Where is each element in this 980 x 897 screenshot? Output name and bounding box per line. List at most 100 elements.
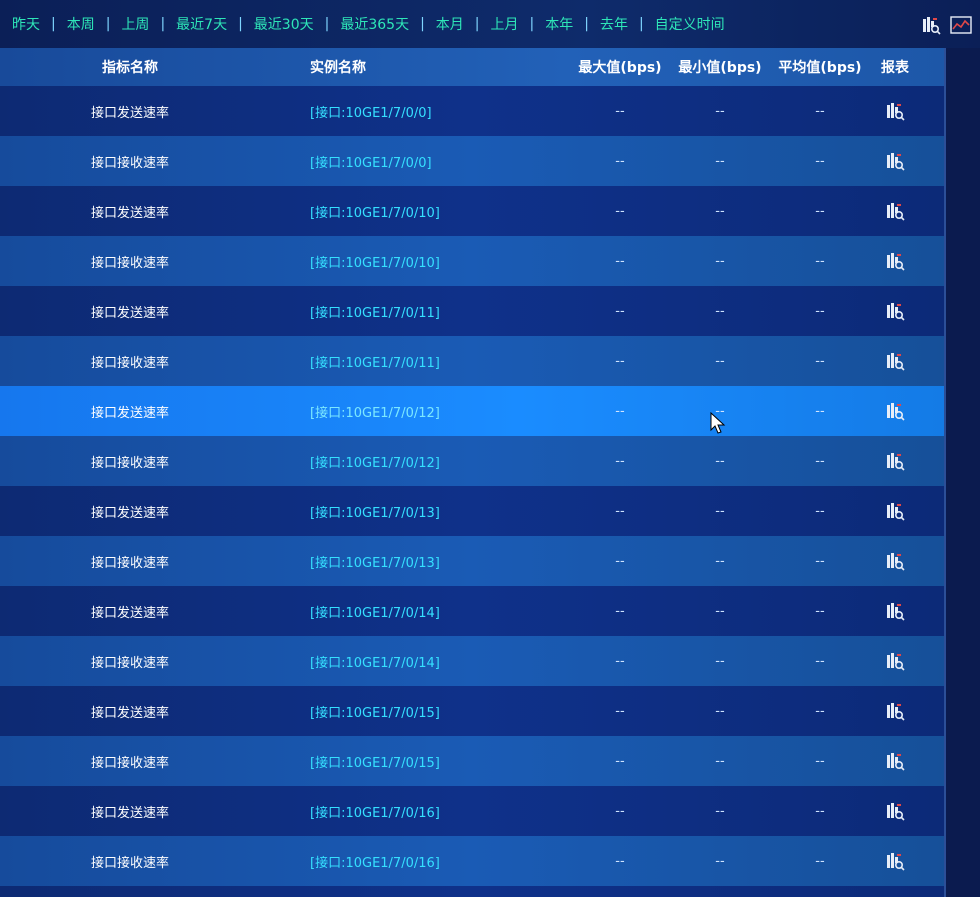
report-icon[interactable] <box>870 801 920 821</box>
table-row[interactable]: 接口发送速率 [接口:10GE1/7/0/10] -- -- -- <box>0 186 944 236</box>
header-avg[interactable]: 平均值(bps) <box>770 57 870 77</box>
time-range-link-7[interactable]: 上月 <box>491 14 519 34</box>
page: 昨天 | 本周 | 上周 | 最近7天 | 最近30天 | 最近365天 | 本月 | 上月 | 本年 | 去年 | 自… <box>0 0 980 897</box>
instance-cell[interactable]: [接口:10GE1/7/0/12] <box>310 402 570 421</box>
max-value-cell: -- <box>615 203 625 219</box>
table-row[interactable]: 接口接收速率 [接口:10GE1/7/0/12] -- -- -- <box>0 436 944 486</box>
min-value-cell: -- <box>715 203 725 219</box>
max-value-cell: -- <box>615 253 625 269</box>
table-row[interactable]: 接口接收速率 [接口:10GE1/7/0/10] -- -- -- <box>0 236 944 286</box>
instance-cell[interactable]: [接口:10GE1/7/0/16] <box>310 852 570 871</box>
avg-value-cell: -- <box>815 753 825 769</box>
avg-value-cell: -- <box>815 353 825 369</box>
instance-cell[interactable]: [接口:10GE1/7/0/14] <box>310 602 570 621</box>
min-value-cell: -- <box>715 803 725 819</box>
header-max[interactable]: 最大值(bps) <box>570 57 670 77</box>
instance-cell[interactable]: [接口:10GE1/7/0/13] <box>310 552 570 571</box>
min-value-cell: -- <box>715 453 725 469</box>
avg-value-cell: -- <box>815 853 825 869</box>
report-icon[interactable] <box>870 851 920 871</box>
table-row[interactable]: 接口接收速率 [接口:10GE1/7/0/0] -- -- -- <box>0 136 944 186</box>
instance-cell[interactable]: [接口:10GE1/7/0/16] <box>310 802 570 821</box>
toolbar-separator: | <box>638 16 644 32</box>
table-row[interactable]: 接口发送速率 [接口:10GE1/7/0/11] -- -- -- <box>0 286 944 336</box>
instance-cell[interactable]: [接口:10GE1/7/0/11] <box>310 352 570 371</box>
table-row[interactable]: 接口接收速率 [接口:10GE1/7/0/16] -- -- -- <box>0 836 944 886</box>
max-value-cell: -- <box>615 653 625 669</box>
header-min[interactable]: 最小值(bps) <box>670 57 770 77</box>
report-icon[interactable] <box>870 501 920 521</box>
report-icon[interactable] <box>870 101 920 121</box>
time-range-link-2[interactable]: 上周 <box>121 14 149 34</box>
instance-cell[interactable]: [接口:10GE1/7/0/0] <box>310 102 570 121</box>
min-value-cell: -- <box>715 103 725 119</box>
report-icon[interactable] <box>870 701 920 721</box>
report-icon[interactable] <box>870 351 920 371</box>
table-row[interactable]: 接口接收速率 [接口:10GE1/7/0/14] -- -- -- <box>0 636 944 686</box>
avg-value-cell: -- <box>815 403 825 419</box>
time-range-link-5[interactable]: 最近365天 <box>340 14 409 34</box>
instance-cell[interactable]: [接口:10GE1/7/0/15] <box>310 752 570 771</box>
table-body: 接口发送速率 [接口:10GE1/7/0/0] -- -- -- 接口接收速率 [接口:10… <box>0 86 944 897</box>
instance-cell[interactable]: [接口:10GE1/7/0/10] <box>310 252 570 271</box>
line-chart-icon[interactable] <box>950 14 972 36</box>
instance-cell[interactable]: [接口:10GE1/7/0/10] <box>310 202 570 221</box>
table-row[interactable]: 接口接收速率 [接口:10GE1/7/0/11] -- -- -- <box>0 336 944 386</box>
report-icon[interactable] <box>870 551 920 571</box>
report-icon[interactable] <box>870 251 920 271</box>
instance-cell[interactable]: [接口:10GE1/7/0/15] <box>310 702 570 721</box>
report-icon[interactable] <box>920 14 942 36</box>
min-value-cell: -- <box>715 553 725 569</box>
time-range-link-0[interactable]: 昨天 <box>12 14 40 34</box>
report-icon[interactable] <box>870 401 920 421</box>
header-metric-name[interactable]: 指标名称 <box>40 57 220 77</box>
time-range-link-10[interactable]: 自定义时间 <box>655 14 725 34</box>
time-range-link-3[interactable]: 最近7天 <box>176 14 227 34</box>
avg-value-cell: -- <box>815 553 825 569</box>
avg-value-cell: -- <box>815 653 825 669</box>
metric-cell: 接口接收速率 <box>90 355 169 371</box>
table-row[interactable]: 接口发送速率[接口:10GE1/7/0/17]------ <box>0 886 944 897</box>
header-report: 报表 <box>881 60 909 76</box>
table-row[interactable]: 接口发送速率 [接口:10GE1/7/0/13] -- -- -- <box>0 486 944 536</box>
report-icon[interactable] <box>870 151 920 171</box>
time-range-link-6[interactable]: 本月 <box>436 14 464 34</box>
report-icon[interactable] <box>870 201 920 221</box>
min-value-cell: -- <box>715 153 725 169</box>
instance-cell[interactable]: [接口:10GE1/7/0/14] <box>310 652 570 671</box>
instance-cell[interactable]: [接口:10GE1/7/0/13] <box>310 502 570 521</box>
instance-cell[interactable]: [接口:10GE1/7/0/11] <box>310 302 570 321</box>
metrics-table: 指标名称 实例名称 最大值(bps) 最小值(bps) 平均值(bps) 报表 … <box>0 48 944 897</box>
report-icon[interactable] <box>870 601 920 621</box>
table-row[interactable]: 接口接收速率 [接口:10GE1/7/0/13] -- -- -- <box>0 536 944 586</box>
table-row[interactable]: 接口发送速率 [接口:10GE1/7/0/12] -- -- -- <box>0 386 944 436</box>
report-icon[interactable] <box>870 301 920 321</box>
avg-value-cell: -- <box>815 103 825 119</box>
header-instance-name[interactable]: 实例名称 <box>310 57 570 77</box>
time-range-link-8[interactable]: 本年 <box>545 14 573 34</box>
table-row[interactable]: 接口发送速率 [接口:10GE1/7/0/15] -- -- -- <box>0 686 944 736</box>
toolbar-separator: | <box>160 16 166 32</box>
toolbar-separator: | <box>529 16 535 32</box>
toolbar-separator: | <box>584 16 589 32</box>
metric-cell: 接口发送速率 <box>90 205 169 221</box>
instance-cell[interactable]: [接口:10GE1/7/0/12] <box>310 452 570 471</box>
toolbar-separator: | <box>474 16 480 32</box>
time-range-toolbar: 昨天 | 本周 | 上周 | 最近7天 | 最近30天 | 最近365天 | 本月 | 上月 | 本年 | 去年 | 自… <box>0 0 980 48</box>
table-row[interactable]: 接口接收速率 [接口:10GE1/7/0/15] -- -- -- <box>0 736 944 786</box>
report-icon[interactable] <box>870 751 920 771</box>
report-icon[interactable] <box>870 451 920 471</box>
toolbar-separator: | <box>324 16 330 32</box>
table-row[interactable]: 接口发送速率 [接口:10GE1/7/0/14] -- -- -- <box>0 586 944 636</box>
table-row[interactable]: 接口发送速率 [接口:10GE1/7/0/0] -- -- -- <box>0 86 944 136</box>
table-row[interactable]: 接口发送速率 [接口:10GE1/7/0/16] -- -- -- <box>0 786 944 836</box>
time-range-link-9[interactable]: 去年 <box>600 14 628 34</box>
max-value-cell: -- <box>615 853 625 869</box>
avg-value-cell: -- <box>815 303 825 319</box>
metric-cell: 接口发送速率 <box>90 505 169 521</box>
metric-cell: 接口发送速率 <box>90 805 169 821</box>
instance-cell[interactable]: [接口:10GE1/7/0/0] <box>310 152 570 171</box>
time-range-link-4[interactable]: 最近30天 <box>254 14 314 34</box>
report-icon[interactable] <box>870 651 920 671</box>
time-range-link-1[interactable]: 本周 <box>67 14 95 34</box>
